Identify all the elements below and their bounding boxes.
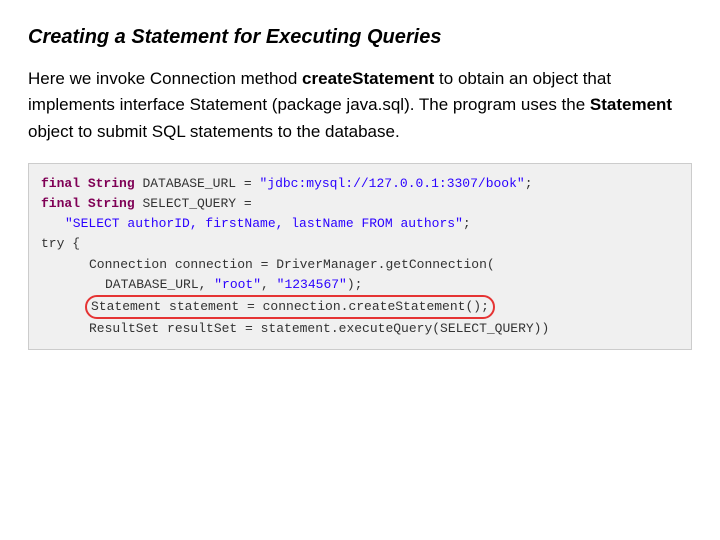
bold-create-statement: createStatement [302,69,434,88]
code-line-8: ResultSet resultSet = statement.executeQ… [41,319,679,339]
description-text: Here we invoke Connection method createS… [28,66,692,145]
bold-statement: Statement [590,95,672,114]
code-line-3: "SELECT authorID, firstName, lastName FR… [41,214,679,234]
desc-text-after-bold2: object to submit SQL statements to the d… [28,122,400,141]
code-line-6: DATABASE_URL, "root", "1234567"); [41,275,679,295]
code-line-1: final String DATABASE_URL = "jdbc:mysql:… [41,174,679,194]
page-title: Creating a Statement for Executing Queri… [28,24,692,50]
code-line-4: try { [41,234,679,254]
desc-text-before-bold1: Here we invoke Connection method [28,69,302,88]
highlighted-statement-line: Statement statement = connection.createS… [85,295,495,319]
code-line-7: Statement statement = connection.createS… [41,295,679,319]
code-block: final String DATABASE_URL = "jdbc:mysql:… [28,163,692,350]
code-line-5: Connection connection = DriverManager.ge… [41,255,679,275]
code-line-2: final String SELECT_QUERY = [41,194,679,214]
